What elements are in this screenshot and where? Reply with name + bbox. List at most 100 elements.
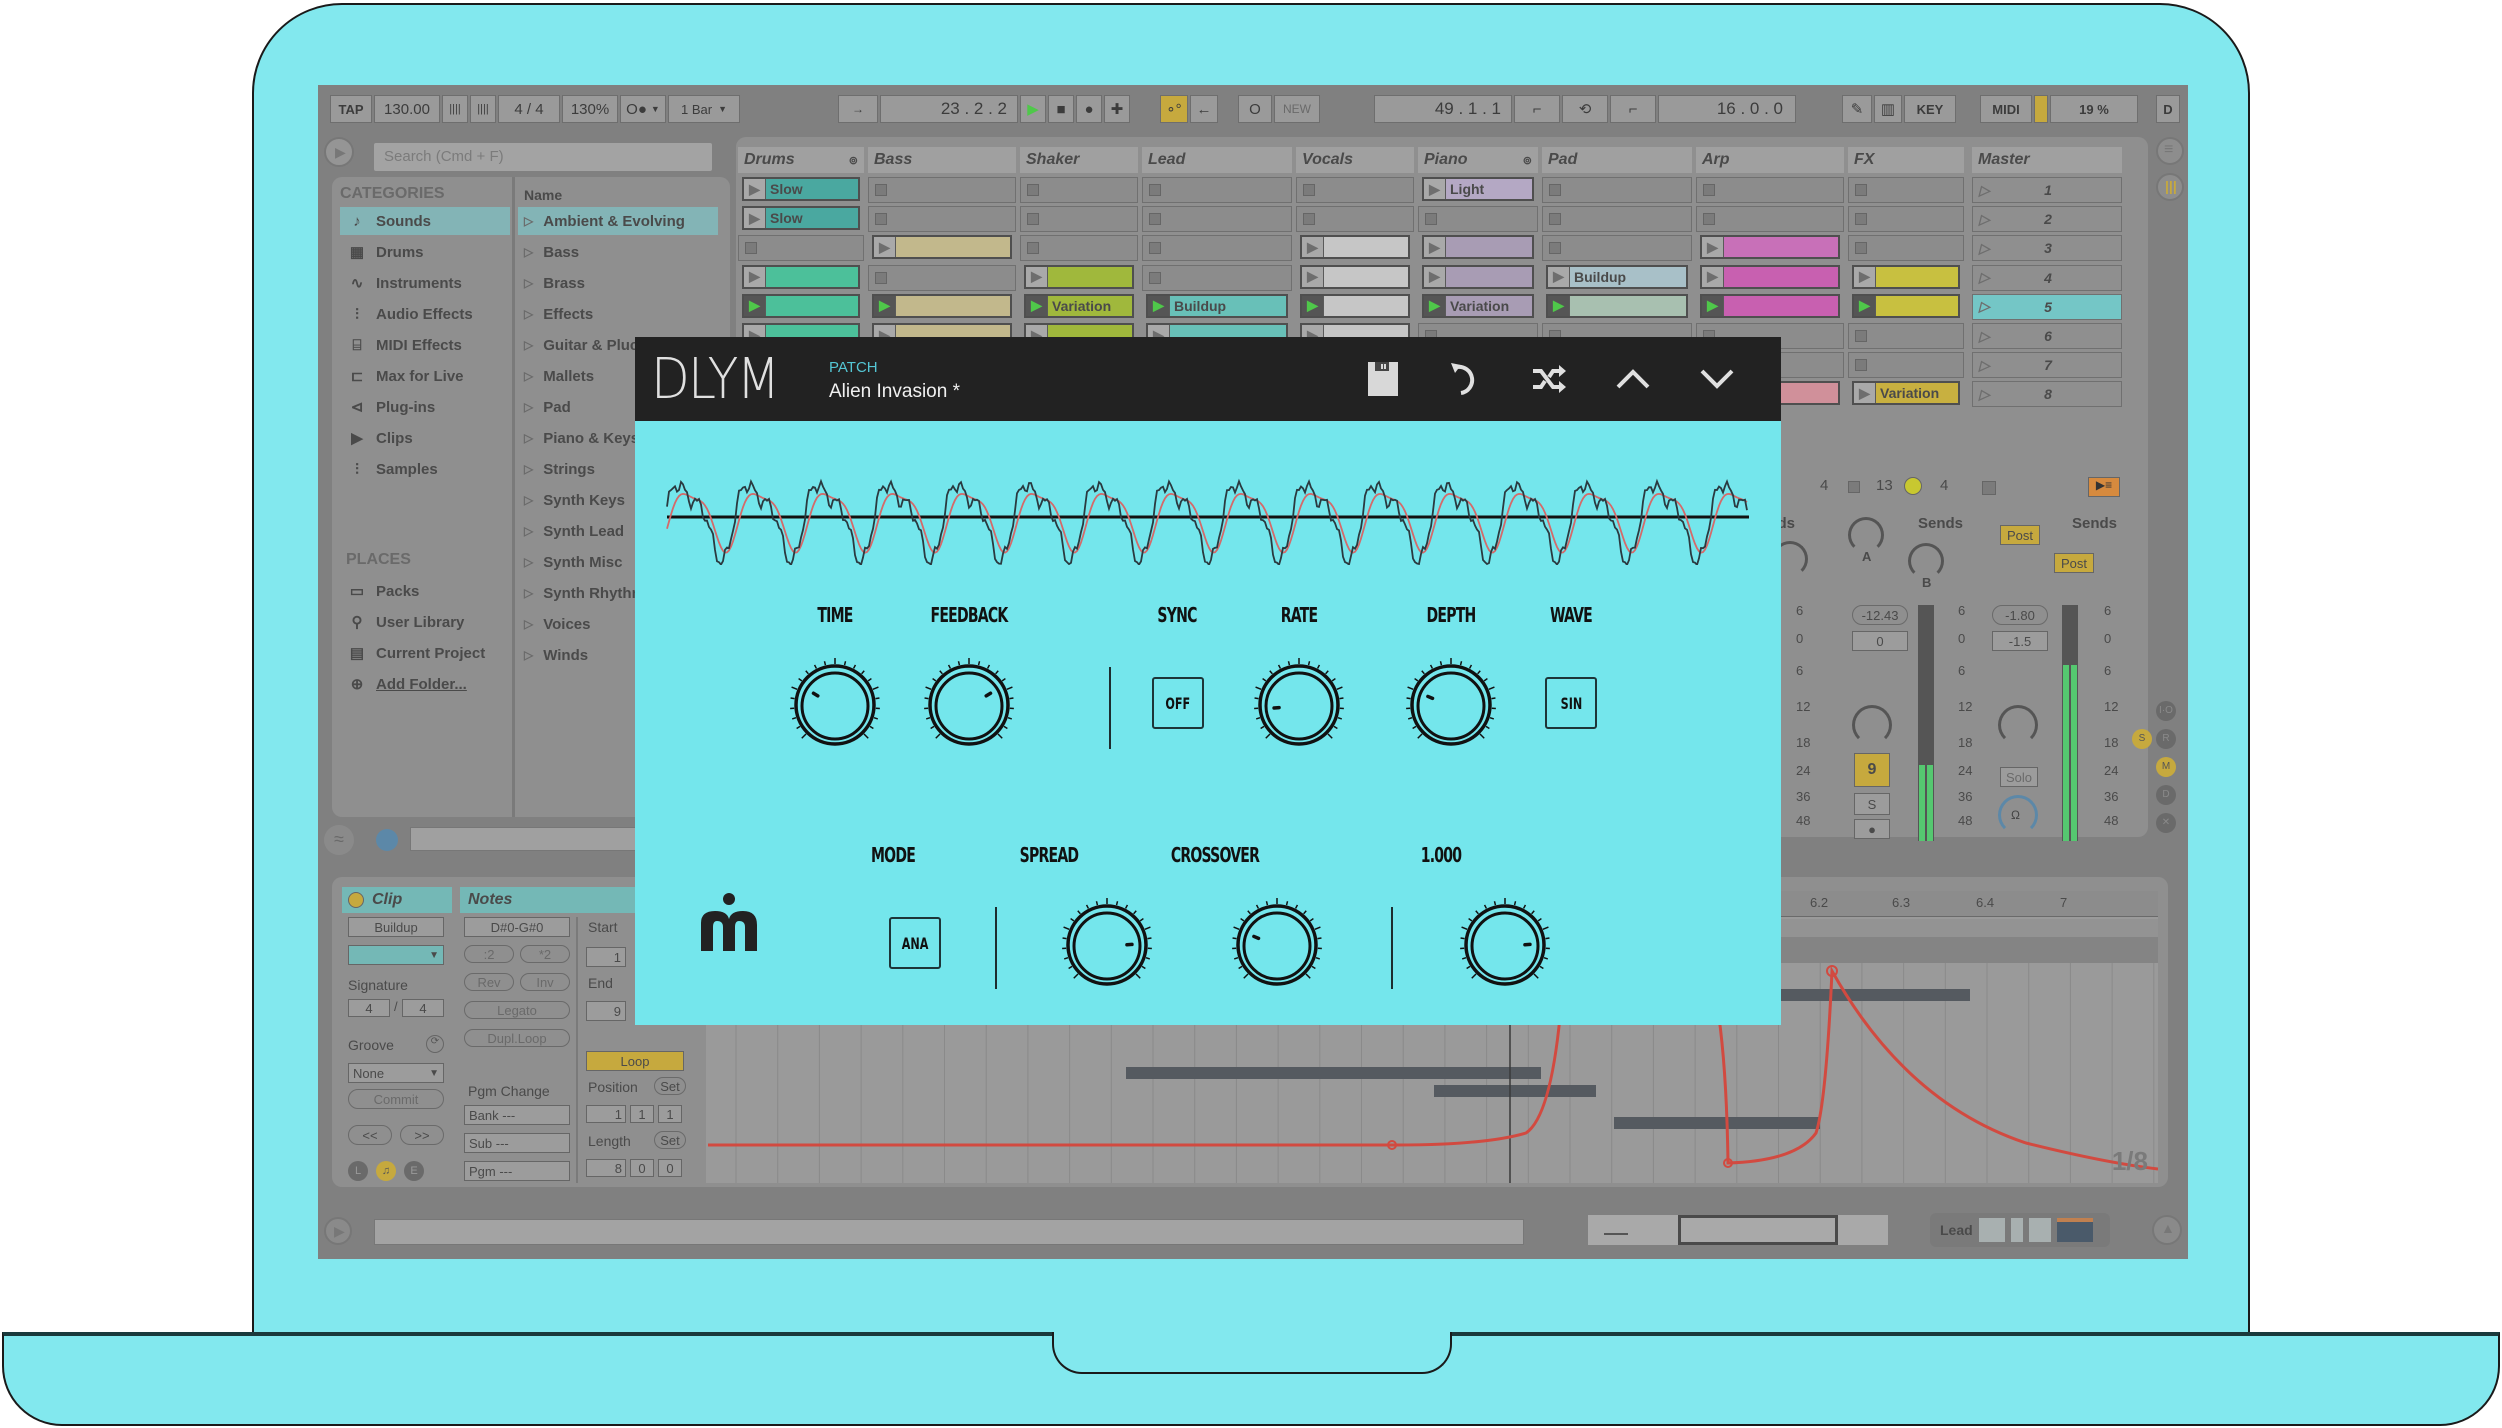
fx-pan-field[interactable]: 0 bbox=[1852, 631, 1908, 651]
track-header[interactable]: Drums ⊚ bbox=[738, 147, 864, 173]
duplicate-loop-button[interactable]: Dupl.Loop bbox=[464, 1029, 570, 1047]
scene-launch-button[interactable]: ▷ 1 bbox=[1972, 177, 2122, 203]
fx-track-stop-button[interactable] bbox=[1848, 481, 1860, 493]
clip-slot[interactable]: ▶ Slow bbox=[742, 177, 860, 201]
browser-folder-item[interactable]: ▷ Effects bbox=[518, 300, 718, 328]
clip-slot[interactable]: ▶ Variation bbox=[1852, 381, 1960, 406]
detail-view-toggle[interactable]: ▲ bbox=[2152, 1215, 2182, 1245]
empty-clip-slot[interactable] bbox=[1142, 264, 1292, 291]
patch-name[interactable]: Alien Invasion * bbox=[829, 381, 960, 403]
empty-clip-slot[interactable] bbox=[1142, 177, 1292, 203]
master-solo-button[interactable]: Solo bbox=[2000, 767, 2038, 787]
clip-slot[interactable]: ▶ bbox=[1852, 264, 1960, 289]
category-item[interactable]: ♪ Sounds bbox=[340, 207, 510, 235]
place-item[interactable]: ⊕ Add Folder... bbox=[340, 670, 510, 698]
key-map-button[interactable]: KEY bbox=[1904, 95, 1956, 123]
info-view-toggle[interactable]: ▶ bbox=[324, 1217, 352, 1245]
empty-clip-slot[interactable] bbox=[1296, 177, 1414, 203]
clip-launch-icon[interactable]: ▶ bbox=[1702, 266, 1724, 287]
arm-button[interactable]: ● bbox=[1854, 819, 1890, 839]
arrangement-view-button[interactable]: ||| bbox=[2156, 173, 2184, 201]
browser-folder-item[interactable]: ▷ Bass bbox=[518, 238, 718, 266]
signature-denominator-field[interactable]: 4 bbox=[402, 999, 444, 1017]
empty-clip-slot[interactable] bbox=[1296, 206, 1414, 233]
track-header[interactable]: Vocals bbox=[1296, 147, 1414, 173]
clip-slot[interactable]: ▶ bbox=[872, 293, 1012, 318]
clip-launch-icon[interactable]: ▶ bbox=[1424, 295, 1446, 316]
midi-map-button[interactable]: MIDI bbox=[1980, 95, 2032, 123]
metronome-button[interactable]: O● ▼ bbox=[620, 95, 666, 123]
clip-launch-icon[interactable]: ▶ bbox=[744, 295, 766, 316]
empty-clip-slot[interactable] bbox=[1542, 177, 1692, 203]
randomize-button[interactable] bbox=[1527, 357, 1571, 401]
save-button[interactable] bbox=[1361, 357, 1405, 401]
empty-clip-slot[interactable] bbox=[1848, 206, 1964, 233]
record-button[interactable]: ● bbox=[1076, 95, 1102, 123]
empty-clip-slot[interactable] bbox=[1020, 235, 1138, 262]
clip-slot[interactable]: ▶ bbox=[742, 293, 860, 318]
zoom-field[interactable]: 130% bbox=[562, 95, 618, 123]
browser-search-input[interactable]: Search (Cmd + F) bbox=[374, 143, 712, 171]
empty-clip-slot[interactable] bbox=[1542, 206, 1692, 233]
returns-toggle[interactable]: R bbox=[2156, 729, 2176, 749]
send-a-knob[interactable] bbox=[1848, 517, 1884, 553]
category-item[interactable]: ▦ Drums bbox=[340, 238, 510, 266]
position-sixteenth-field[interactable]: 1 bbox=[658, 1105, 682, 1123]
undo-button[interactable] bbox=[1443, 357, 1487, 401]
category-item[interactable]: ⊏ Max for Live bbox=[340, 362, 510, 390]
previous-clip-button[interactable]: << bbox=[348, 1125, 392, 1145]
clip-slot[interactable]: ▶ bbox=[1422, 235, 1534, 260]
empty-clip-slot[interactable] bbox=[1142, 206, 1292, 233]
place-item[interactable]: ⚲ User Library bbox=[340, 608, 510, 636]
double-tempo-button[interactable]: *2 bbox=[520, 945, 570, 963]
category-item[interactable]: ⫶ Samples bbox=[340, 455, 510, 483]
loop-start-field[interactable]: 49 . 1 . 1 bbox=[1374, 95, 1512, 123]
previous-patch-button[interactable] bbox=[1611, 357, 1655, 401]
track-header[interactable]: Shaker bbox=[1020, 147, 1138, 173]
clip-launch-icon[interactable]: ▶ bbox=[1026, 295, 1048, 316]
io-toggle[interactable]: I·O bbox=[2156, 701, 2176, 721]
post-button-a[interactable]: Post bbox=[2000, 525, 2040, 545]
spread-knob[interactable] bbox=[1059, 897, 1155, 993]
master-track-header[interactable]: Master bbox=[1972, 147, 2122, 173]
empty-clip-slot[interactable] bbox=[1848, 323, 1964, 349]
track-header[interactable]: FX bbox=[1848, 147, 1964, 173]
empty-clip-slot[interactable] bbox=[1020, 177, 1138, 203]
delay-toggle[interactable]: D bbox=[2156, 785, 2176, 805]
session-record-button[interactable]: O bbox=[1238, 95, 1272, 123]
clip-launch-icon[interactable]: ▶ bbox=[1148, 295, 1170, 316]
set-position-button[interactable]: Set bbox=[654, 1077, 686, 1095]
empty-clip-slot[interactable] bbox=[1542, 235, 1692, 262]
clip-slot[interactable]: ▶ Light bbox=[1422, 177, 1534, 201]
clip-launch-icon[interactable]: ▶ bbox=[1548, 266, 1570, 287]
browser-toggle-button[interactable]: ▶ bbox=[324, 137, 354, 167]
fold-icon[interactable]: ⊚ bbox=[849, 154, 858, 167]
rate-knob[interactable] bbox=[1251, 657, 1347, 753]
clip-launch-icon[interactable]: ▶ bbox=[1854, 266, 1876, 287]
clip-slot[interactable]: ▶ bbox=[1852, 293, 1960, 318]
place-item[interactable]: ▤ Current Project bbox=[340, 639, 510, 667]
empty-clip-slot[interactable] bbox=[738, 235, 864, 262]
start-field[interactable]: 1 bbox=[586, 947, 626, 967]
invert-button[interactable]: Inv bbox=[520, 973, 570, 991]
clip-launch-icon[interactable]: ▶ bbox=[1424, 237, 1446, 258]
depth-knob[interactable] bbox=[1403, 657, 1499, 753]
empty-clip-slot[interactable] bbox=[1696, 206, 1844, 233]
empty-clip-slot[interactable] bbox=[1696, 177, 1844, 203]
bank-field[interactable]: Bank --- bbox=[464, 1105, 570, 1125]
category-item[interactable]: ⫶ Audio Effects bbox=[340, 300, 510, 328]
scene-launch-button[interactable]: ▷ 5 bbox=[1972, 293, 2122, 320]
category-item[interactable]: ∿ Instruments bbox=[340, 269, 510, 297]
clip-name-field[interactable]: Buildup bbox=[348, 917, 444, 937]
wave-toggle[interactable]: SIN bbox=[1545, 677, 1597, 729]
notes-box-toggle[interactable]: ♫ bbox=[376, 1161, 396, 1181]
clip-slot[interactable]: ▶ bbox=[1546, 293, 1688, 318]
arrangement-overview[interactable] bbox=[1588, 1215, 1888, 1245]
track-header[interactable]: Lead bbox=[1142, 147, 1292, 173]
mixer-toggle[interactable]: M bbox=[2156, 757, 2176, 777]
solo-button[interactable]: S bbox=[1854, 793, 1890, 815]
groove-pool-button[interactable]: ≈ bbox=[324, 825, 354, 855]
groove-dropdown[interactable]: None ▼ bbox=[348, 1063, 444, 1083]
new-button[interactable]: NEW bbox=[1274, 95, 1320, 123]
scene-launch-button[interactable]: ▷ 8 bbox=[1972, 381, 2122, 408]
